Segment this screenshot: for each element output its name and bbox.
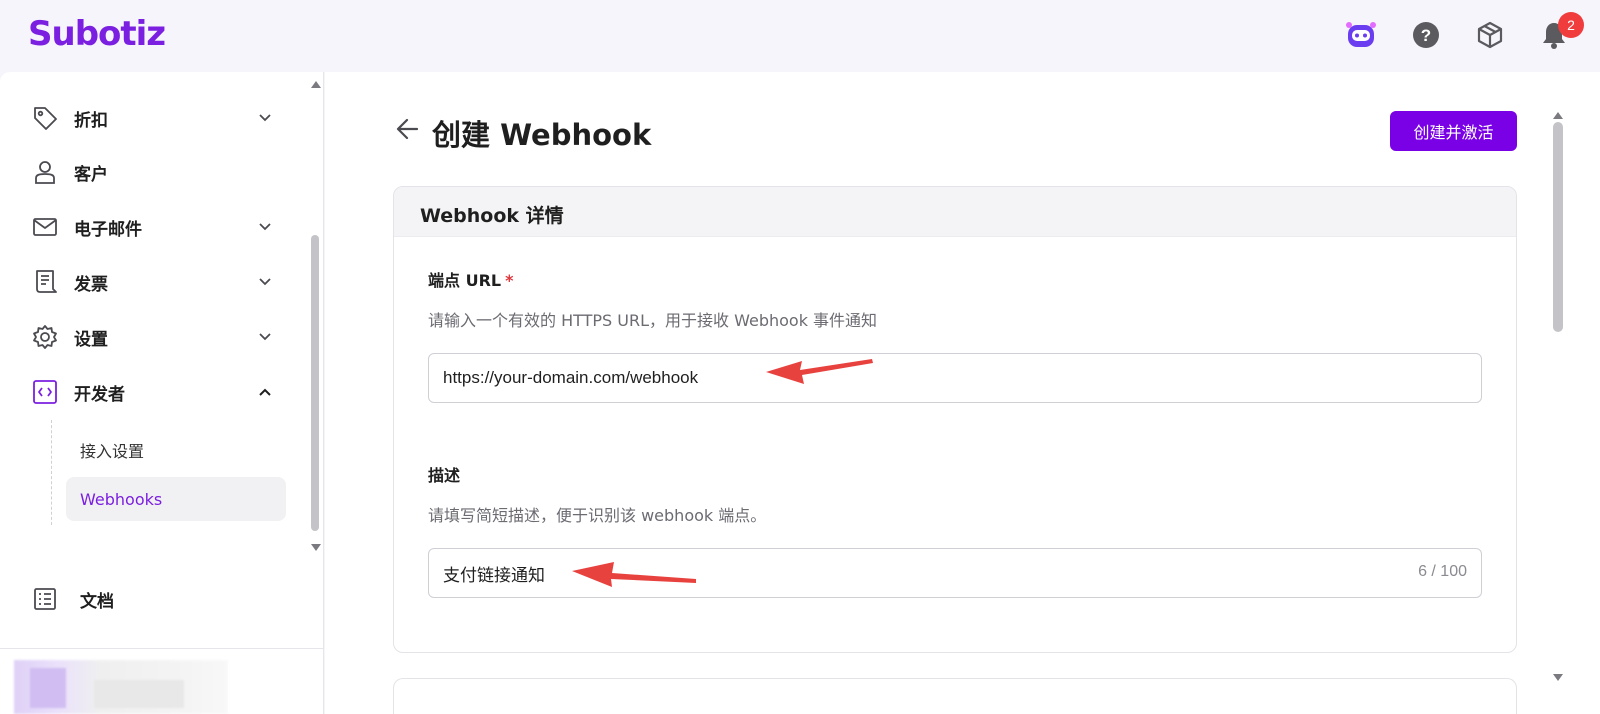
endpoint-url-label: 端点 URL * <box>428 267 513 291</box>
page-title: 创建 Webhook <box>432 118 652 152</box>
help-icon[interactable]: ? <box>1409 18 1443 52</box>
notification-badge: 2 <box>1558 12 1584 38</box>
chevron-up-icon <box>258 384 272 403</box>
document-list-icon <box>30 584 60 614</box>
endpoint-url-label-text: 端点 URL <box>428 271 502 290</box>
description-hint: 请填写简短描述，便于识别该 webhook 端点。 <box>428 506 767 525</box>
sidebar-item-label: 文档 <box>80 591 114 612</box>
sidebar-item-label: 客户 <box>74 164 108 185</box>
sidebar-scroll-up-arrow[interactable] <box>310 74 322 93</box>
required-mark: * <box>505 271 514 290</box>
sidebar-item-label: 设置 <box>74 329 108 350</box>
chevron-down-icon <box>258 329 272 348</box>
endpoint-url-input[interactable]: https://your-domain.com/webhook <box>428 353 1482 403</box>
sidebar-item-label: 开发者 <box>74 384 125 405</box>
sidebar-item-developers[interactable]: 开发者 <box>30 372 280 412</box>
user-icon <box>30 157 60 187</box>
sidebar-item-invoices[interactable]: 发票 <box>30 262 280 302</box>
sidebar-scrollbar-thumb[interactable] <box>311 235 319 531</box>
submenu-guide-line <box>51 420 52 525</box>
sidebar-item-label: 发票 <box>74 274 108 295</box>
logo[interactable]: Subotiz <box>28 14 166 54</box>
endpoint-url-value: https://your-domain.com/webhook <box>443 368 699 387</box>
package-icon[interactable] <box>1473 18 1507 52</box>
sidebar-subitem-integration-settings[interactable]: 接入设置 <box>66 428 286 472</box>
description-value: 支付链接通知 <box>443 565 545 585</box>
receipt-icon <box>30 267 60 297</box>
top-bar: Subotiz ? 2 <box>0 0 1600 72</box>
sidebar-item-label: 折扣 <box>74 110 108 131</box>
assistant-bot-icon[interactable] <box>1344 18 1378 52</box>
sidebar-item-label: 电子邮件 <box>74 219 142 240</box>
sidebar-item-docs[interactable]: 文档 <box>30 579 280 619</box>
sidebar-item-email[interactable]: 电子邮件 <box>30 207 280 247</box>
sidebar-subitem-webhooks[interactable]: Webhooks <box>66 477 286 521</box>
create-and-activate-button[interactable]: 创建并激活 <box>1390 111 1517 151</box>
description-input[interactable]: 支付链接通知 6 / 100 <box>428 548 1482 598</box>
code-icon <box>30 377 60 407</box>
svg-text:?: ? <box>1421 26 1431 45</box>
card-title: Webhook 详情 <box>420 205 564 227</box>
description-label: 描述 <box>428 466 461 485</box>
mail-icon <box>30 212 60 242</box>
chevron-down-icon <box>258 219 272 238</box>
back-arrow-icon[interactable] <box>395 116 421 146</box>
chevron-down-icon <box>258 274 272 293</box>
sidebar-item-discounts[interactable]: 折扣 <box>30 98 280 138</box>
card-header: Webhook 详情 <box>394 187 1516 237</box>
sidebar-item-customers[interactable]: 客户 <box>30 152 280 192</box>
character-counter: 6 / 100 <box>1418 563 1467 580</box>
sidebar-scroll-down-arrow[interactable] <box>310 538 322 557</box>
user-profile-blurred[interactable] <box>14 660 228 714</box>
main-scrollbar-thumb[interactable] <box>1553 122 1563 332</box>
sidebar-item-settings[interactable]: 设置 <box>30 317 280 357</box>
next-card-edge <box>393 678 1517 714</box>
endpoint-url-hint: 请输入一个有效的 HTTPS URL，用于接收 Webhook 事件通知 <box>428 311 878 330</box>
gear-icon <box>30 322 60 352</box>
main-scroll-down-arrow[interactable] <box>1552 668 1564 687</box>
tag-icon <box>30 103 60 133</box>
chevron-down-icon <box>258 110 272 129</box>
sidebar-divider <box>0 648 324 649</box>
